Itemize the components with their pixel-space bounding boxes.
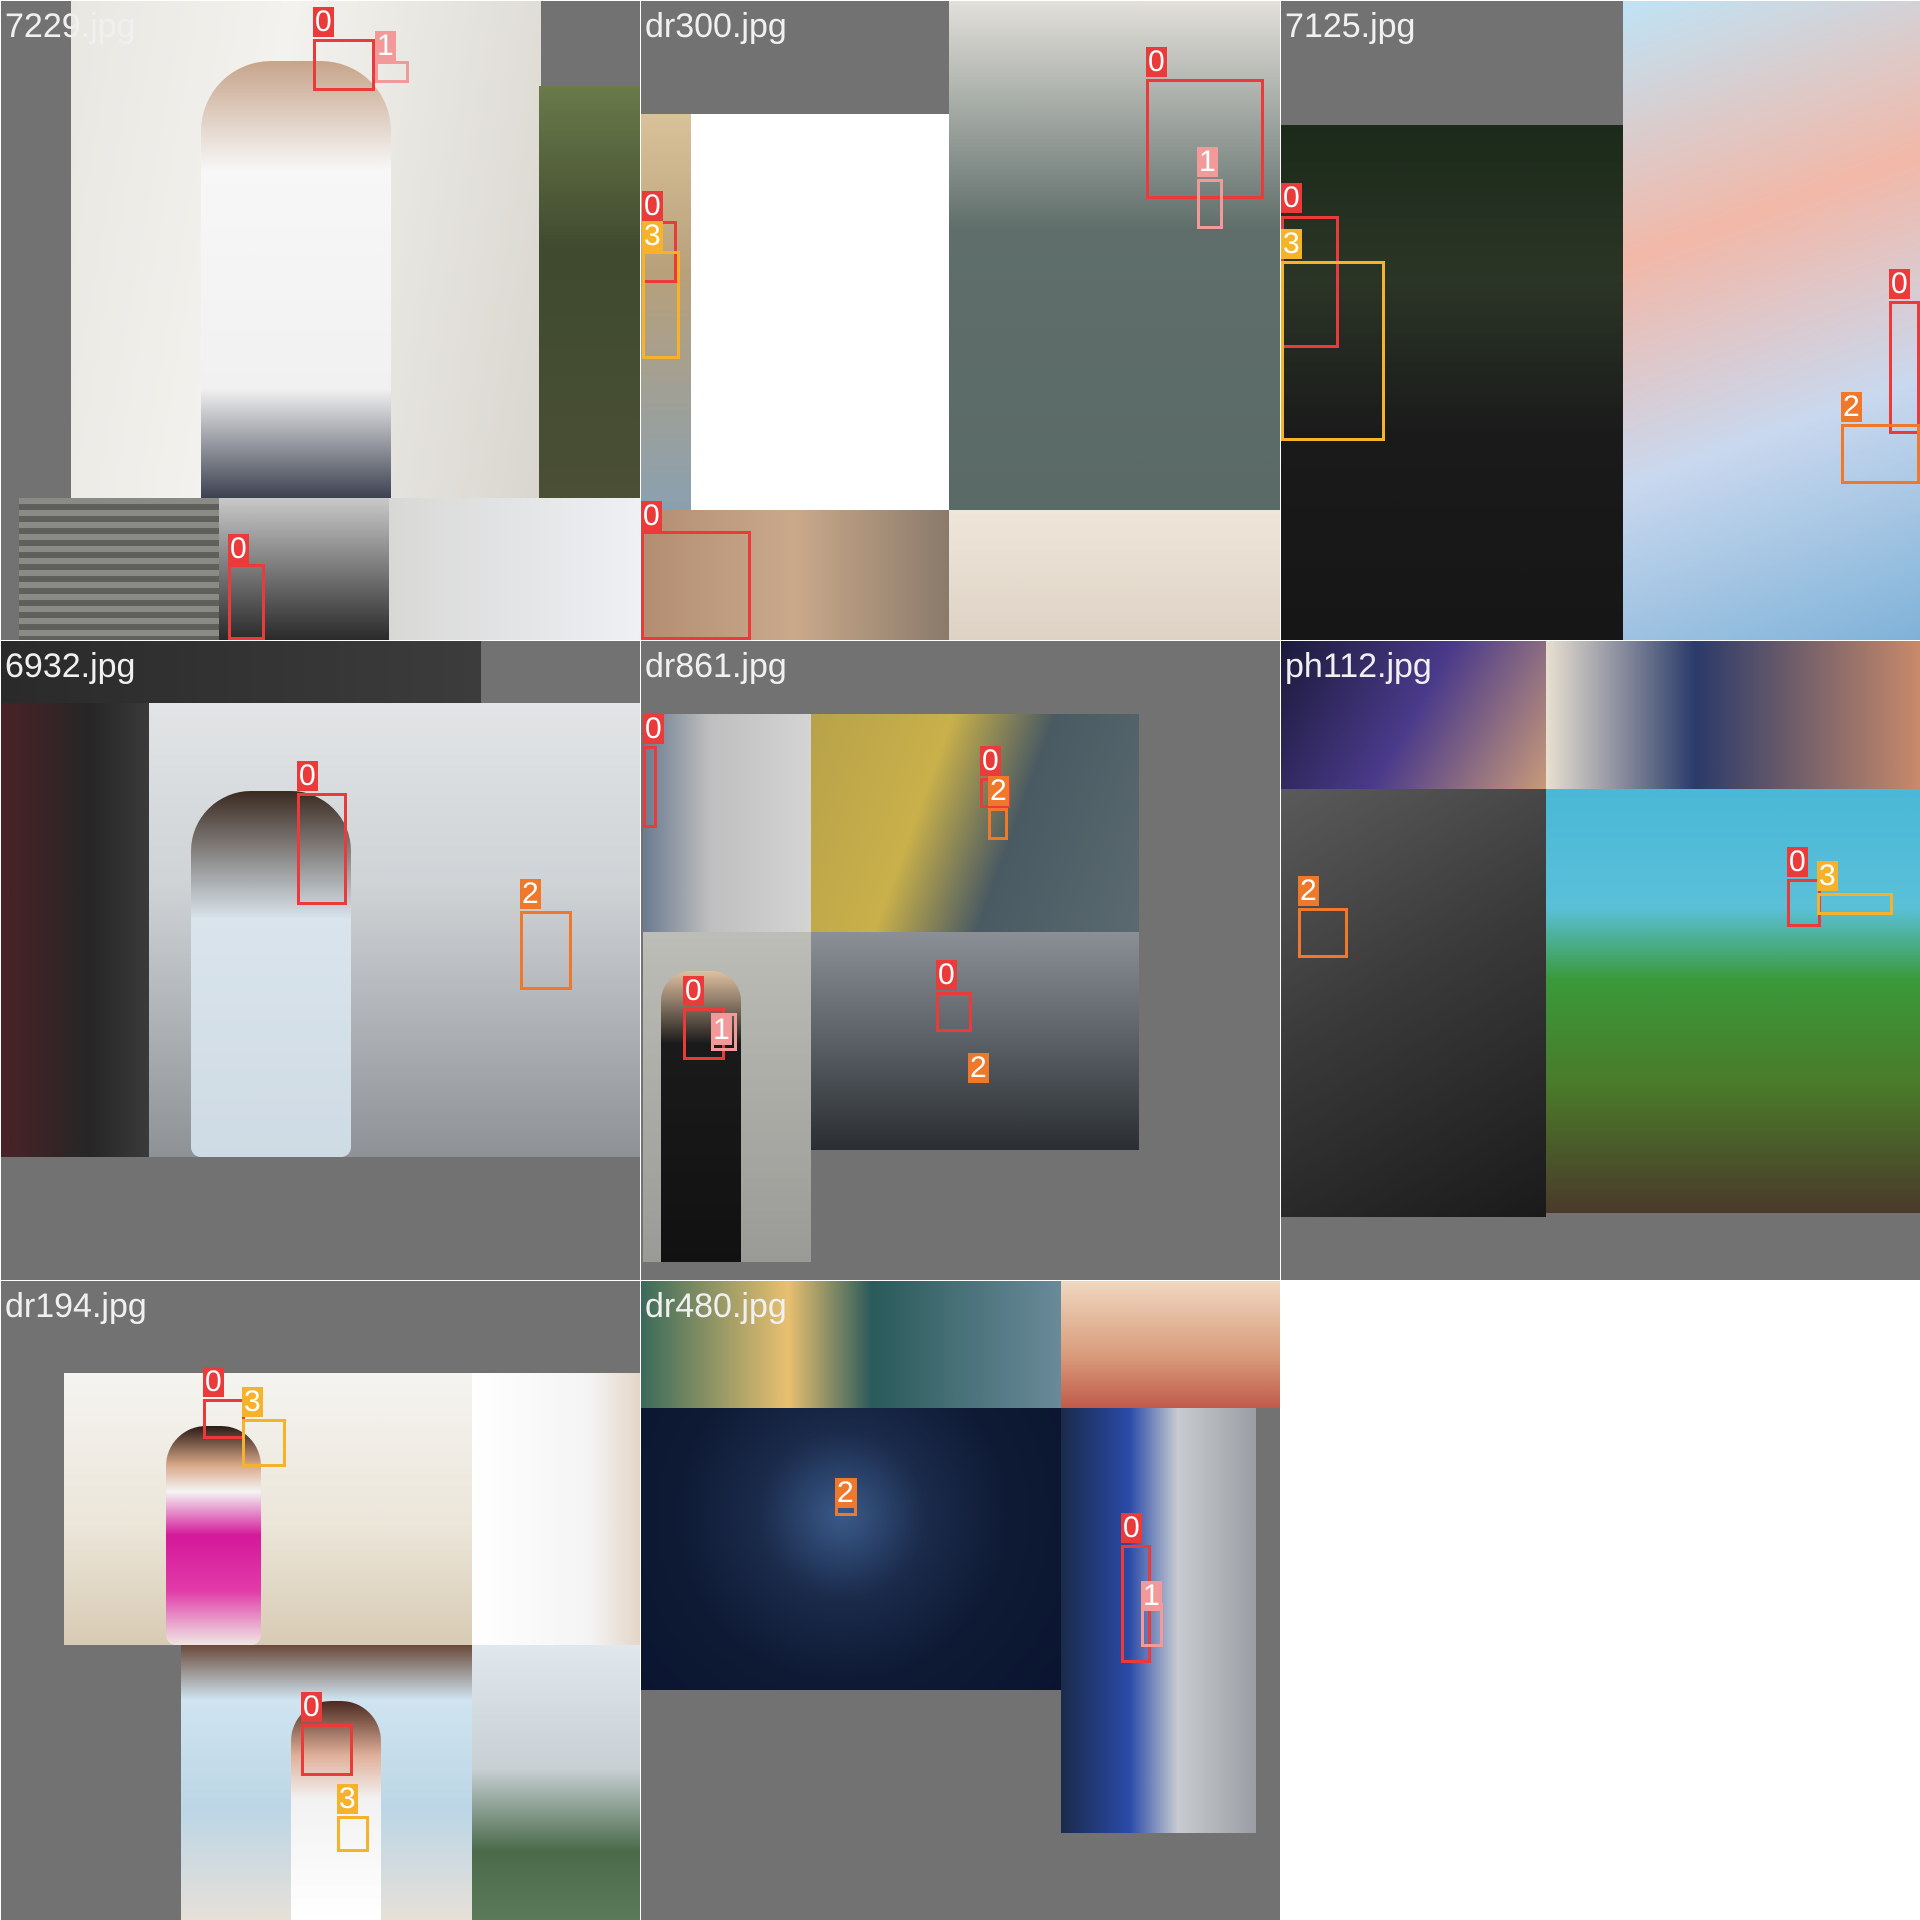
detection-box-class-0 — [643, 746, 657, 828]
class-label: 0 — [1787, 845, 1808, 878]
detection-box-class-0 — [228, 564, 265, 640]
class-label: 0 — [301, 1690, 322, 1723]
image-filename: 7125.jpg — [1285, 7, 1416, 45]
class-label: 2 — [1841, 390, 1862, 423]
image-filename: ph112.jpg — [1285, 647, 1432, 685]
image-filename: dr480.jpg — [645, 1287, 787, 1325]
detection-box-class-0 — [1787, 879, 1821, 927]
class-label: 1 — [375, 29, 396, 62]
class-label: 0 — [313, 5, 334, 38]
class-label: 0 — [1889, 267, 1910, 300]
class-label: 3 — [1817, 859, 1838, 892]
mosaic-cell: dr194.jpg 0 3 0 3 — [0, 1280, 641, 1920]
class-label: 3 — [337, 1782, 358, 1815]
detection-box-class-2 — [1298, 908, 1348, 958]
class-label: 0 — [642, 189, 663, 222]
image-filename: dr300.jpg — [645, 7, 787, 45]
photo-tile — [64, 1373, 472, 1645]
class-label: 1 — [711, 1013, 732, 1046]
class-label: 0 — [683, 974, 704, 1007]
photo-tile — [811, 714, 1139, 932]
mosaic-cell: 6932.jpg 0 2 — [0, 640, 641, 1281]
class-label: 0 — [980, 744, 1001, 777]
class-label: 3 — [1281, 227, 1302, 260]
photo-tile — [1623, 1, 1920, 640]
detection-box-class-2 — [520, 911, 572, 990]
photo-tile — [643, 714, 811, 932]
photo-tile — [1546, 789, 1920, 1213]
class-label: 3 — [642, 219, 663, 252]
class-label: 2 — [988, 774, 1009, 807]
detection-box-class-0 — [641, 531, 751, 640]
class-label: 2 — [520, 877, 541, 910]
mosaic-cell: dr861.jpg 0 0 2 0 1 0 2 — [640, 640, 1281, 1281]
mosaic-cell: ph112.jpg 2 0 3 — [1280, 640, 1920, 1281]
class-label: 0 — [297, 759, 318, 792]
class-label: 1 — [1141, 1579, 1162, 1612]
photo-tile — [539, 86, 640, 498]
class-label: 0 — [1281, 181, 1302, 214]
detection-box-class-0 — [313, 39, 375, 91]
class-label: 3 — [242, 1385, 263, 1418]
detection-box-class-3 — [642, 251, 680, 359]
photo-tile — [1546, 641, 1920, 789]
photo-tile — [1281, 789, 1546, 1217]
photo-tile — [472, 1373, 640, 1645]
class-label: 2 — [968, 1051, 989, 1084]
detection-box-class-0 — [1889, 301, 1920, 434]
photo-tile — [19, 498, 219, 640]
detection-box-class-0 — [936, 992, 972, 1032]
class-label: 2 — [835, 1476, 856, 1509]
detection-box-class-3 — [1817, 893, 1893, 915]
mosaic-grid: 7229.jpg 0 1 0 dr300.jpg 0 3 0 1 0 7125.… — [0, 0, 1920, 1920]
photo-tile — [1061, 1281, 1280, 1408]
class-label: 0 — [1121, 1511, 1142, 1544]
empty-mosaic-slot — [1281, 1281, 1920, 1920]
photo-tile — [811, 932, 1139, 1150]
photo-tile — [641, 1408, 1061, 1690]
class-label: 0 — [936, 958, 957, 991]
detection-box-class-3 — [1281, 261, 1385, 441]
mosaic-cell: 7229.jpg 0 1 0 — [0, 0, 641, 641]
photo-tile — [472, 1645, 640, 1920]
class-label: 0 — [643, 712, 664, 745]
detection-box-class-1 — [375, 61, 409, 83]
mosaic-cell: dr480.jpg 2 0 1 — [640, 1280, 1281, 1920]
photo-tile — [1, 703, 149, 1157]
detection-box-class-2 — [988, 808, 1008, 840]
mosaic-cell: dr300.jpg 0 3 0 1 0 — [640, 0, 1281, 641]
detection-box-class-1 — [1197, 179, 1223, 229]
photo-tile — [949, 510, 1280, 640]
detection-box-class-3 — [337, 1816, 369, 1852]
image-filename: 7229.jpg — [5, 7, 136, 45]
image-filename: dr861.jpg — [645, 647, 787, 685]
image-filename: 6932.jpg — [5, 647, 136, 685]
photo-tile — [201, 61, 391, 498]
photo-tile — [949, 1, 1280, 510]
class-label: 0 — [1146, 45, 1167, 78]
class-label: 0 — [228, 532, 249, 565]
photo-tile — [389, 498, 640, 640]
detection-box-class-0 — [301, 1724, 353, 1776]
class-label: 1 — [1197, 145, 1218, 178]
detection-box-class-2 — [1841, 424, 1920, 484]
class-label: 0 — [203, 1365, 224, 1398]
detection-box-class-0 — [203, 1399, 245, 1439]
detection-box-class-3 — [242, 1419, 286, 1467]
mosaic-cell: 7125.jpg 0 3 0 2 — [1280, 0, 1920, 641]
image-filename: dr194.jpg — [5, 1287, 147, 1325]
class-label: 0 — [641, 499, 662, 532]
detection-box-class-0 — [297, 793, 347, 905]
class-label: 2 — [1298, 874, 1319, 907]
